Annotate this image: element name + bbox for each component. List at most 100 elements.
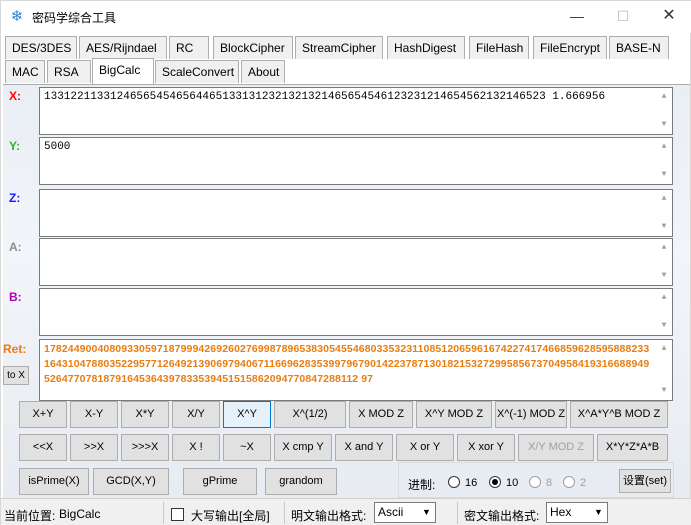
scroll-down-icon[interactable]: ▼ [656, 220, 672, 234]
radio-selected-icon [489, 476, 501, 488]
or-button[interactable]: X or Y [396, 434, 454, 461]
tab-scaleconvert[interactable]: ScaleConvert [155, 60, 239, 83]
ret-output[interactable]: 1782449004080933059718799942692602769987… [39, 339, 673, 401]
to-x-button[interactable]: to X [3, 366, 29, 385]
z-input[interactable]: ▲ ▼ [39, 189, 673, 237]
and-button[interactable]: X and Y [335, 434, 393, 461]
tab-bigcalc[interactable]: BigCalc [92, 58, 154, 84]
x-input[interactable]: 1331221133124656545465644651331312321321… [39, 87, 673, 135]
subtract-button[interactable]: X-Y [70, 401, 118, 428]
z-label: Z: [9, 191, 21, 205]
scroll-down-icon[interactable]: ▼ [656, 384, 672, 398]
tab-streamcipher[interactable]: StreamCipher [295, 36, 383, 59]
tab-blockcipher[interactable]: BlockCipher [213, 36, 293, 59]
modinverse-button[interactable]: X^(-1) MOD Z [495, 401, 567, 428]
app-window: ❄ 密码学综合工具 — ☐ ✕ DES/3DES AES/Rijndael RC… [0, 0, 691, 525]
b-scrollbar[interactable]: ▲ ▼ [656, 289, 672, 335]
y-value: 5000 [44, 141, 71, 153]
location-label: 当前位置: [4, 509, 56, 523]
tab-filehash[interactable]: FileHash [469, 36, 529, 59]
scroll-down-icon[interactable]: ▼ [656, 319, 672, 333]
scroll-up-icon[interactable]: ▲ [656, 90, 672, 104]
modpow-product-button[interactable]: X^A*Y^B MOD Z [570, 401, 668, 428]
chevron-down-icon: ▼ [422, 507, 431, 517]
tab-des-3des[interactable]: DES/3DES [5, 36, 77, 59]
radix-8-radio[interactable]: 8 [529, 476, 552, 490]
plain-format-select[interactable]: Ascii ▼ [374, 502, 436, 523]
scroll-up-icon[interactable]: ▲ [656, 192, 672, 206]
z-scrollbar[interactable]: ▲ ▼ [656, 190, 672, 236]
tab-rc[interactable]: RC [169, 36, 209, 59]
scroll-down-icon[interactable]: ▼ [656, 168, 672, 182]
divide-button[interactable]: X/Y [172, 401, 220, 428]
unsigned-shift-right-button[interactable]: >>>X [121, 434, 169, 461]
scroll-up-icon[interactable]: ▲ [656, 241, 672, 255]
add-button[interactable]: X+Y [19, 401, 67, 428]
power-button[interactable]: X^Y [223, 401, 271, 428]
b-input[interactable]: ▲ ▼ [39, 288, 673, 336]
scroll-up-icon[interactable]: ▲ [656, 291, 672, 305]
gprime-button[interactable]: gPrime [183, 468, 257, 495]
minimize-button[interactable]: — [554, 1, 600, 31]
window-title: 密码学综合工具 [32, 11, 117, 25]
div-mod-button[interactable]: X/Y MOD Z [518, 434, 594, 461]
x-label: X: [9, 89, 21, 103]
tab-aes-rijndael[interactable]: AES/Rijndael [79, 36, 167, 59]
sqrt-button[interactable]: X^(1/2) [274, 401, 346, 428]
a-scrollbar[interactable]: ▲ ▼ [656, 239, 672, 285]
tab-rsa[interactable]: RSA [47, 60, 91, 83]
scroll-down-icon[interactable]: ▼ [656, 118, 672, 132]
bigcalc-panel: X: 1331221133124656545465644651331312321… [3, 85, 690, 498]
xor-button[interactable]: X xor Y [457, 434, 515, 461]
multiply-button[interactable]: X*Y [121, 401, 169, 428]
uppercase-checkbox[interactable] [171, 508, 184, 521]
shift-left-button[interactable]: <<X [19, 434, 67, 461]
radix-2-radio[interactable]: 2 [563, 476, 586, 490]
a-input[interactable]: ▲ ▼ [39, 238, 673, 286]
settings-button[interactable]: 设置(set) [619, 469, 671, 493]
gcd-button[interactable]: GCD(X,Y) [93, 468, 169, 495]
shift-right-button[interactable]: >>X [70, 434, 118, 461]
bitwise-not-button[interactable]: ~X [223, 434, 271, 461]
ret-value: 1782449004080933059718799942692602769987… [44, 343, 650, 385]
status-divider [284, 502, 285, 524]
y-scrollbar[interactable]: ▲ ▼ [656, 138, 672, 184]
grandom-button[interactable]: grandom [265, 468, 337, 495]
x-value: 1331221133124656545465644651331312321321… [44, 91, 606, 103]
compare-button[interactable]: X cmp Y [274, 434, 332, 461]
factorial-button[interactable]: X ! [172, 434, 220, 461]
x-scrollbar[interactable]: ▲ ▼ [656, 88, 672, 134]
close-button[interactable]: ✕ [646, 1, 691, 31]
mod-button[interactable]: X MOD Z [349, 401, 413, 428]
radix-label: 进制: [408, 478, 436, 492]
tab-base-n[interactable]: BASE-N [609, 36, 669, 59]
ret-scrollbar[interactable]: ▲ ▼ [656, 340, 672, 400]
scroll-up-icon[interactable]: ▲ [656, 342, 672, 356]
y-input[interactable]: 5000 ▲ ▼ [39, 137, 673, 185]
cipher-format-label: 密文输出格式: [464, 509, 540, 523]
scroll-down-icon[interactable]: ▼ [656, 269, 672, 283]
snowflake-icon: ❄ [10, 8, 24, 25]
title-bar: ❄ 密码学综合工具 — ☐ ✕ [1, 1, 691, 33]
cipher-format-select[interactable]: Hex ▼ [546, 502, 608, 523]
plain-format-value: Ascii [378, 505, 404, 519]
tab-mac[interactable]: MAC [5, 60, 45, 83]
maximize-button[interactable]: ☐ [600, 1, 646, 31]
radio-icon [529, 476, 541, 488]
scroll-up-icon[interactable]: ▲ [656, 140, 672, 154]
cipher-format-value: Hex [550, 505, 572, 519]
radix-group: 进制: 16 10 8 2 设置(set) [398, 462, 674, 498]
modpow-button[interactable]: X^Y MOD Z [416, 401, 492, 428]
tab-hashdigest[interactable]: HashDigest [387, 36, 465, 59]
chevron-down-icon: ▼ [594, 507, 603, 517]
uppercase-checkbox-label[interactable]: 大写输出[全局] [191, 507, 270, 524]
b-label: B: [9, 290, 22, 304]
status-divider [457, 502, 458, 524]
tab-fileencrypt[interactable]: FileEncrypt [533, 36, 607, 59]
product-all-button[interactable]: X*Y*Z*A*B [597, 434, 668, 461]
tab-about[interactable]: About [241, 60, 285, 83]
isprime-button[interactable]: isPrime(X) [19, 468, 89, 495]
radix-16-radio[interactable]: 16 [448, 476, 477, 490]
location-value: BigCalc [59, 507, 101, 521]
radix-10-radio[interactable]: 10 [489, 476, 518, 490]
